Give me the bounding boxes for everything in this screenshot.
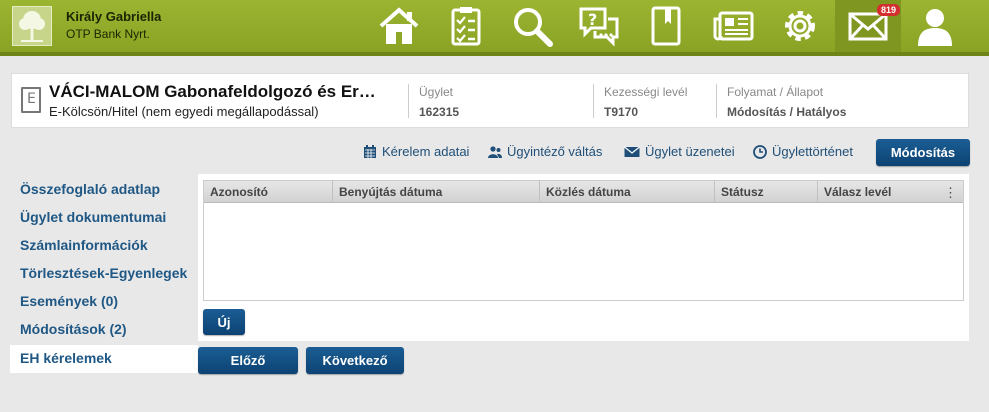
process-status-label: Folyamat / Állapot <box>727 85 824 99</box>
mail-icon[interactable]: 819 <box>835 0 901 52</box>
user-bank: OTP Bank Nyrt. <box>66 27 150 41</box>
column-header-notification-date[interactable]: Közlés dátuma <box>540 181 715 203</box>
deal-id-label: Ügylet <box>419 85 454 99</box>
svg-text:?: ? <box>588 10 597 29</box>
user-icon[interactable] <box>902 0 968 52</box>
deal-history-label: Ügylettörténet <box>772 144 853 159</box>
help-chat-icon[interactable]: ? <box>566 0 632 52</box>
previous-button[interactable]: Előző <box>198 347 298 374</box>
sidebar-item-summary[interactable]: Összefoglaló adatlap <box>20 181 160 197</box>
mail-count-badge: 819 <box>877 4 901 16</box>
document-icon: E <box>21 87 41 113</box>
sidebar-item-modifications[interactable]: Módosítások (2) <box>20 321 127 337</box>
top-bar: Király Gabriella OTP Bank Nyrt. ? 819 <box>0 0 989 52</box>
user-name: Király Gabriella <box>66 9 162 24</box>
sidebar-item-eh-requests[interactable]: EH kérelemek <box>20 350 112 366</box>
request-data-link[interactable]: Kérelem adatai <box>363 144 469 159</box>
divider <box>408 84 409 118</box>
calendar-icon <box>364 144 376 158</box>
change-agent-label: Ügyintéző váltás <box>507 144 603 159</box>
next-button[interactable]: Következő <box>306 347 404 374</box>
deal-subtitle: E-Kölcsön/Hitel (nem egyedi megállapodás… <box>49 104 319 119</box>
checklist-icon[interactable] <box>433 0 499 52</box>
table-header: Azonosító Benyújtás dátuma Közlés dátuma… <box>204 181 963 203</box>
process-status-value: Módosítás / Hatályos <box>727 105 847 119</box>
home-icon[interactable] <box>366 0 432 52</box>
change-agent-link[interactable]: Ügyintéző váltás <box>488 144 602 159</box>
deal-header-card: E VÁCI-MALOM Gabonafeldolgozó és Er… E-K… <box>11 73 969 128</box>
column-header-status[interactable]: Státusz <box>715 181 818 203</box>
divider <box>716 84 717 118</box>
sidebar-item-documents[interactable]: Ügylet dokumentumai <box>20 209 166 225</box>
divider <box>593 84 594 118</box>
sidebar-item-events[interactable]: Események (0) <box>20 293 118 309</box>
deal-history-link[interactable]: Ügylettörténet <box>753 144 853 159</box>
deal-id-value: 162315 <box>419 105 460 119</box>
deal-messages-link[interactable]: Ügylet üzenetei <box>624 144 735 159</box>
eh-requests-panel: Azonosító Benyújtás dátuma Közlés dátuma… <box>198 174 969 341</box>
users-icon <box>488 145 502 158</box>
request-data-label: Kérelem adatai <box>382 144 470 159</box>
sidebar-item-account-info[interactable]: Számlainformációk <box>20 237 148 253</box>
deal-title: VÁCI-MALOM Gabonafeldolgozó és Er… <box>49 82 376 101</box>
guarantee-letter-label: Kezességi levél <box>604 85 688 99</box>
modify-button[interactable]: Módosítás <box>876 139 970 166</box>
column-header-id[interactable]: Azonosító <box>204 181 333 203</box>
gear-icon[interactable] <box>767 0 833 52</box>
deal-messages-label: Ügylet üzenetei <box>645 144 735 159</box>
book-icon[interactable] <box>633 0 699 52</box>
news-icon[interactable] <box>700 0 766 52</box>
top-bar-divider <box>0 52 989 56</box>
eh-requests-table: Azonosító Benyújtás dátuma Közlés dátuma… <box>203 180 964 301</box>
column-header-submission-date[interactable]: Benyújtás dátuma <box>333 181 540 203</box>
search-icon[interactable] <box>499 0 565 52</box>
new-button[interactable]: Új <box>203 309 245 335</box>
clock-icon <box>753 144 767 159</box>
tree-logo-icon <box>12 6 52 46</box>
guarantee-letter-value: T9170 <box>604 105 639 119</box>
column-header-reply-letter[interactable]: Válasz levél <box>818 181 963 203</box>
envelope-icon <box>624 146 640 157</box>
sidebar-item-repayments[interactable]: Törlesztések-Egyenlegek <box>20 265 187 281</box>
column-menu-icon[interactable]: ⋮ <box>944 185 957 201</box>
